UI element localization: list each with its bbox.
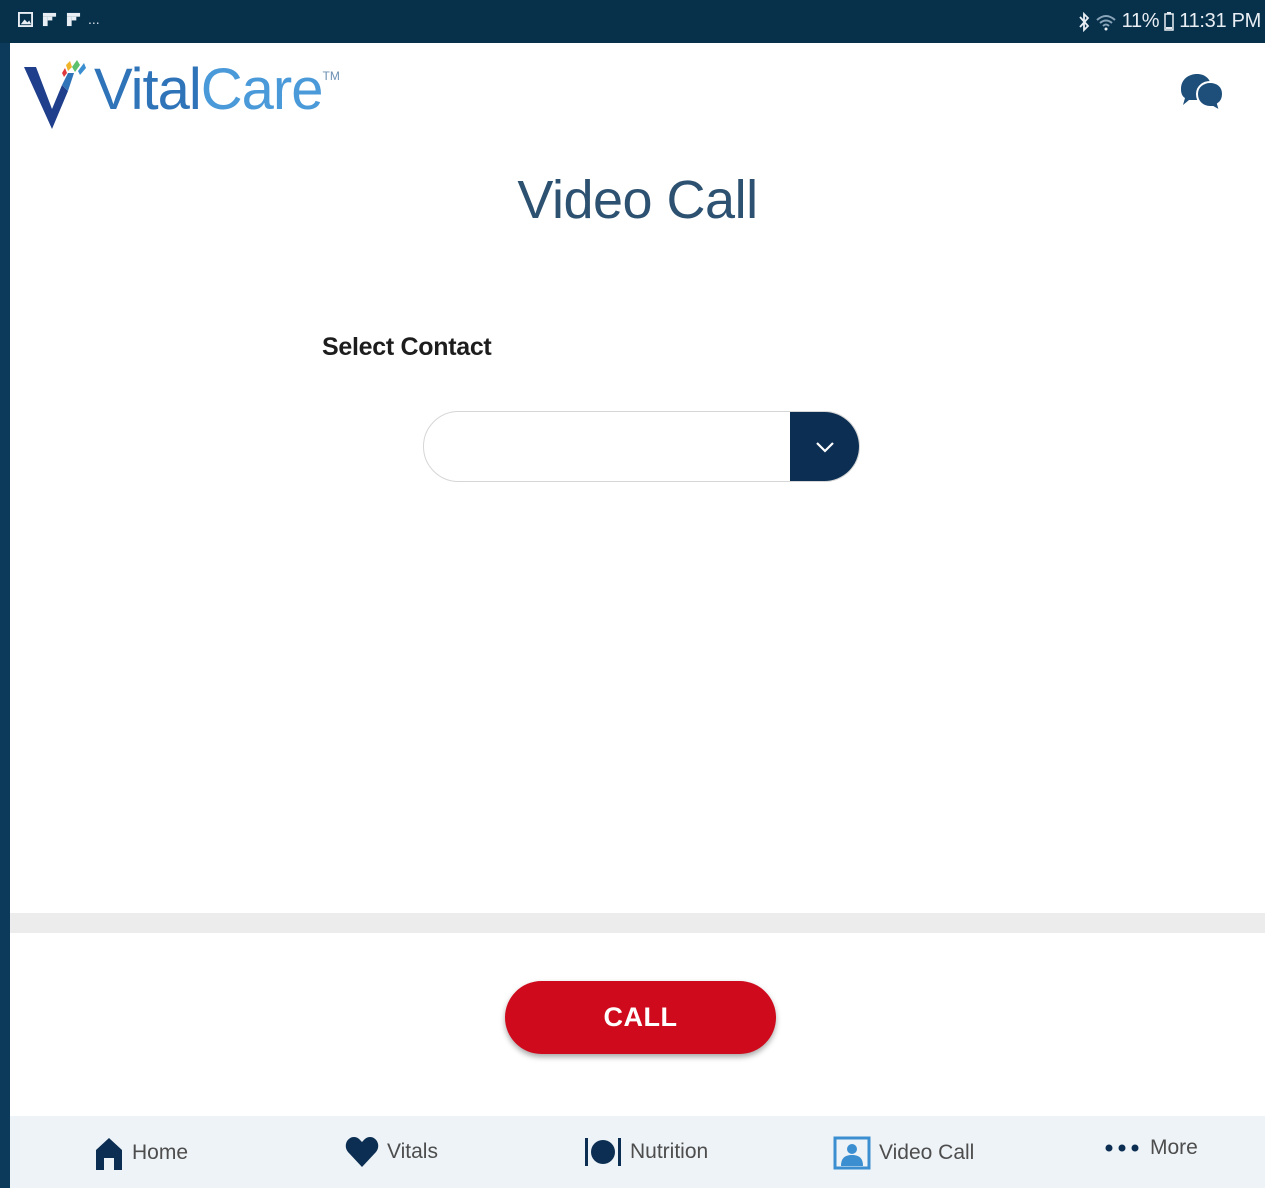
wifi-icon [1095,14,1116,30]
status-bar-notifications: ... [18,11,100,27]
vitalcare-logo: VitalCare TM [22,57,340,129]
notification-overflow: ... [88,11,100,27]
logo-wordmark: VitalCare [94,57,323,123]
chat-bubbles-icon [1181,74,1225,114]
home-icon [96,1138,122,1170]
call-button[interactable]: CALL [505,981,776,1054]
page-title: Video Call [517,170,758,230]
video-call-icon [833,1136,871,1170]
nav-item-video-call[interactable]: Video Call [833,1136,974,1170]
app-screen: VitalCare TM Video Call Select Contact C… [10,43,1265,1188]
plate-utensils-icon [585,1138,621,1166]
flipboard-icon [66,12,81,26]
nav-label-vitals: Vitals [387,1140,438,1163]
nav-item-nutrition[interactable]: Nutrition [584,1136,708,1168]
bluetooth-icon [1078,11,1089,32]
logo-vital: Vital [94,57,202,122]
clock: 11:31 PM [1179,10,1261,32]
nav-label-nutrition: Nutrition [630,1140,709,1163]
status-bar: ... 11% 11:31 PM [0,0,1265,43]
nav-item-home[interactable]: Home [94,1136,188,1170]
contact-select-toggle[interactable] [790,412,859,481]
vitalcare-v-icon [24,60,86,129]
battery-icon [1164,12,1175,31]
flipboard-icon [42,12,57,26]
section-divider [10,913,1265,933]
logo-care: Care [200,57,324,122]
select-contact-label: Select Contact [322,333,492,361]
more-dots-icon [1105,1144,1139,1152]
nav-item-more[interactable]: More [1104,1136,1198,1160]
nav-label-home: Home [132,1141,189,1164]
battery-percent: 11% [1121,10,1160,32]
chat-button[interactable] [1177,69,1227,119]
chevron-down-icon [816,441,834,453]
contact-select[interactable] [423,411,860,482]
status-bar-system: 11% 11:31 PM [1078,10,1261,33]
bottom-nav: Home Vitals Nutrition Video Call More [10,1116,1265,1188]
heart-icon [345,1137,379,1167]
nav-label-more: More [1150,1136,1198,1159]
nav-item-vitals[interactable]: Vitals [345,1136,438,1168]
trademark: TM [322,69,340,83]
gallery-icon [18,11,33,27]
nav-label-video-call: Video Call [879,1141,975,1164]
